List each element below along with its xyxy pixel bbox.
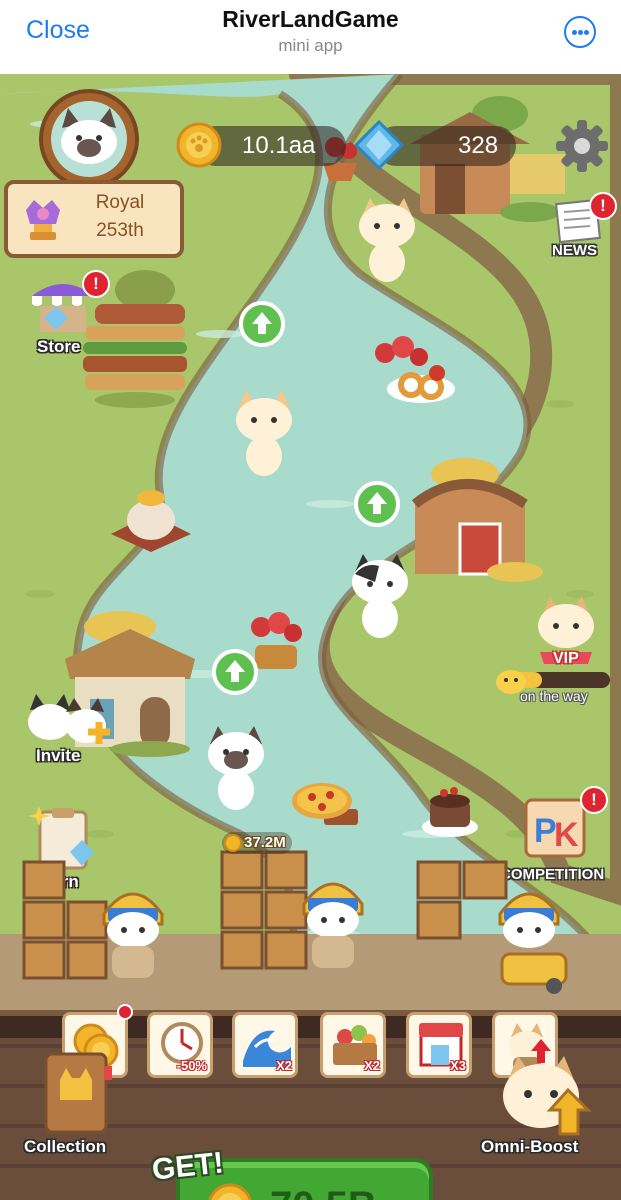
powerup-sale-shop[interactable]: X3 (406, 1012, 472, 1078)
coin-amount: 10.1aa (242, 132, 316, 159)
worker-cat-character (498, 892, 568, 994)
chocolate-cake-item (422, 787, 478, 837)
svg-text:K: K (554, 816, 579, 854)
powerup-tag: X2 (364, 1058, 380, 1073)
upgrade-arrow-icon[interactable] (353, 480, 401, 528)
vip-label[interactable]: VIP (553, 650, 579, 668)
production-badge: 37.2M (222, 832, 292, 854)
store-label[interactable]: Store (37, 337, 80, 357)
rank-title: Royal (95, 192, 145, 213)
powerup-tag: -50% (176, 1058, 207, 1073)
black-white-cat-character (352, 554, 408, 638)
gem-icon (353, 119, 405, 171)
worker-cat-character (302, 882, 364, 968)
powerup-tag: X2 (276, 1058, 292, 1073)
powerup-wave[interactable]: X2 (232, 1012, 298, 1078)
worker-cat-character (102, 892, 164, 978)
powerup-food-crate[interactable]: X2 (320, 1012, 386, 1078)
powerup-notification-dot (117, 1004, 133, 1020)
invite-label[interactable]: Invite (36, 746, 80, 766)
upgrade-arrow-icon[interactable] (211, 648, 259, 696)
orange-cat-character (359, 198, 415, 282)
gem-amount: 328 (458, 132, 499, 159)
vip-status: on the way (520, 688, 588, 704)
app-subtitle: mini app (278, 36, 343, 55)
production-value: 37.2M (244, 834, 286, 851)
pizza-item (292, 783, 358, 825)
more-dot-icon (578, 30, 583, 35)
rank-position: 253th (96, 220, 144, 241)
powerup-speed[interactable]: -50% (147, 1012, 213, 1078)
competition-alert-badge: ! (580, 786, 608, 814)
orange-cat-character (236, 390, 292, 476)
more-dot-icon (584, 30, 589, 35)
powerup-tag: X3 (450, 1058, 466, 1073)
collection-label[interactable]: Collection (24, 1137, 106, 1157)
cake-item (111, 490, 191, 552)
pk-competition-icon[interactable]: P K (522, 792, 588, 862)
rank-card[interactable]: Royal 253th (4, 180, 184, 258)
news-alert-badge: ! (589, 192, 617, 220)
more-dot-icon (572, 30, 577, 35)
app-title: RiverLandGame (222, 6, 399, 32)
profile-avatar[interactable] (34, 84, 144, 194)
upgrade-arrow-icon[interactable] (238, 300, 286, 348)
omni-boost-cat-icon[interactable] (498, 1050, 594, 1140)
settings-gear-icon[interactable] (554, 118, 610, 174)
store-alert-badge: ! (82, 270, 110, 298)
news-label[interactable]: NEWS (552, 242, 597, 259)
coin-icon (224, 834, 242, 852)
coin-icon (176, 122, 222, 168)
collect-amount: 70.5B (270, 1184, 377, 1200)
coin-icon (208, 1183, 252, 1200)
omni-boost-label[interactable]: Omni-Boost (481, 1137, 578, 1157)
game-scene[interactable]: Royal 253th 10.1aa 328 ! NEWS ! Store VI… (0, 74, 621, 1200)
miniapp-header: Close RiverLandGame mini app (0, 0, 621, 74)
wheat-barn-building (411, 458, 543, 582)
collection-book-icon[interactable] (40, 1050, 116, 1138)
siamese-cat-character (208, 726, 264, 810)
roses-onion-rings-item (375, 336, 455, 403)
crown-trophy-icon (26, 200, 60, 240)
more-options-button[interactable] (564, 16, 596, 48)
